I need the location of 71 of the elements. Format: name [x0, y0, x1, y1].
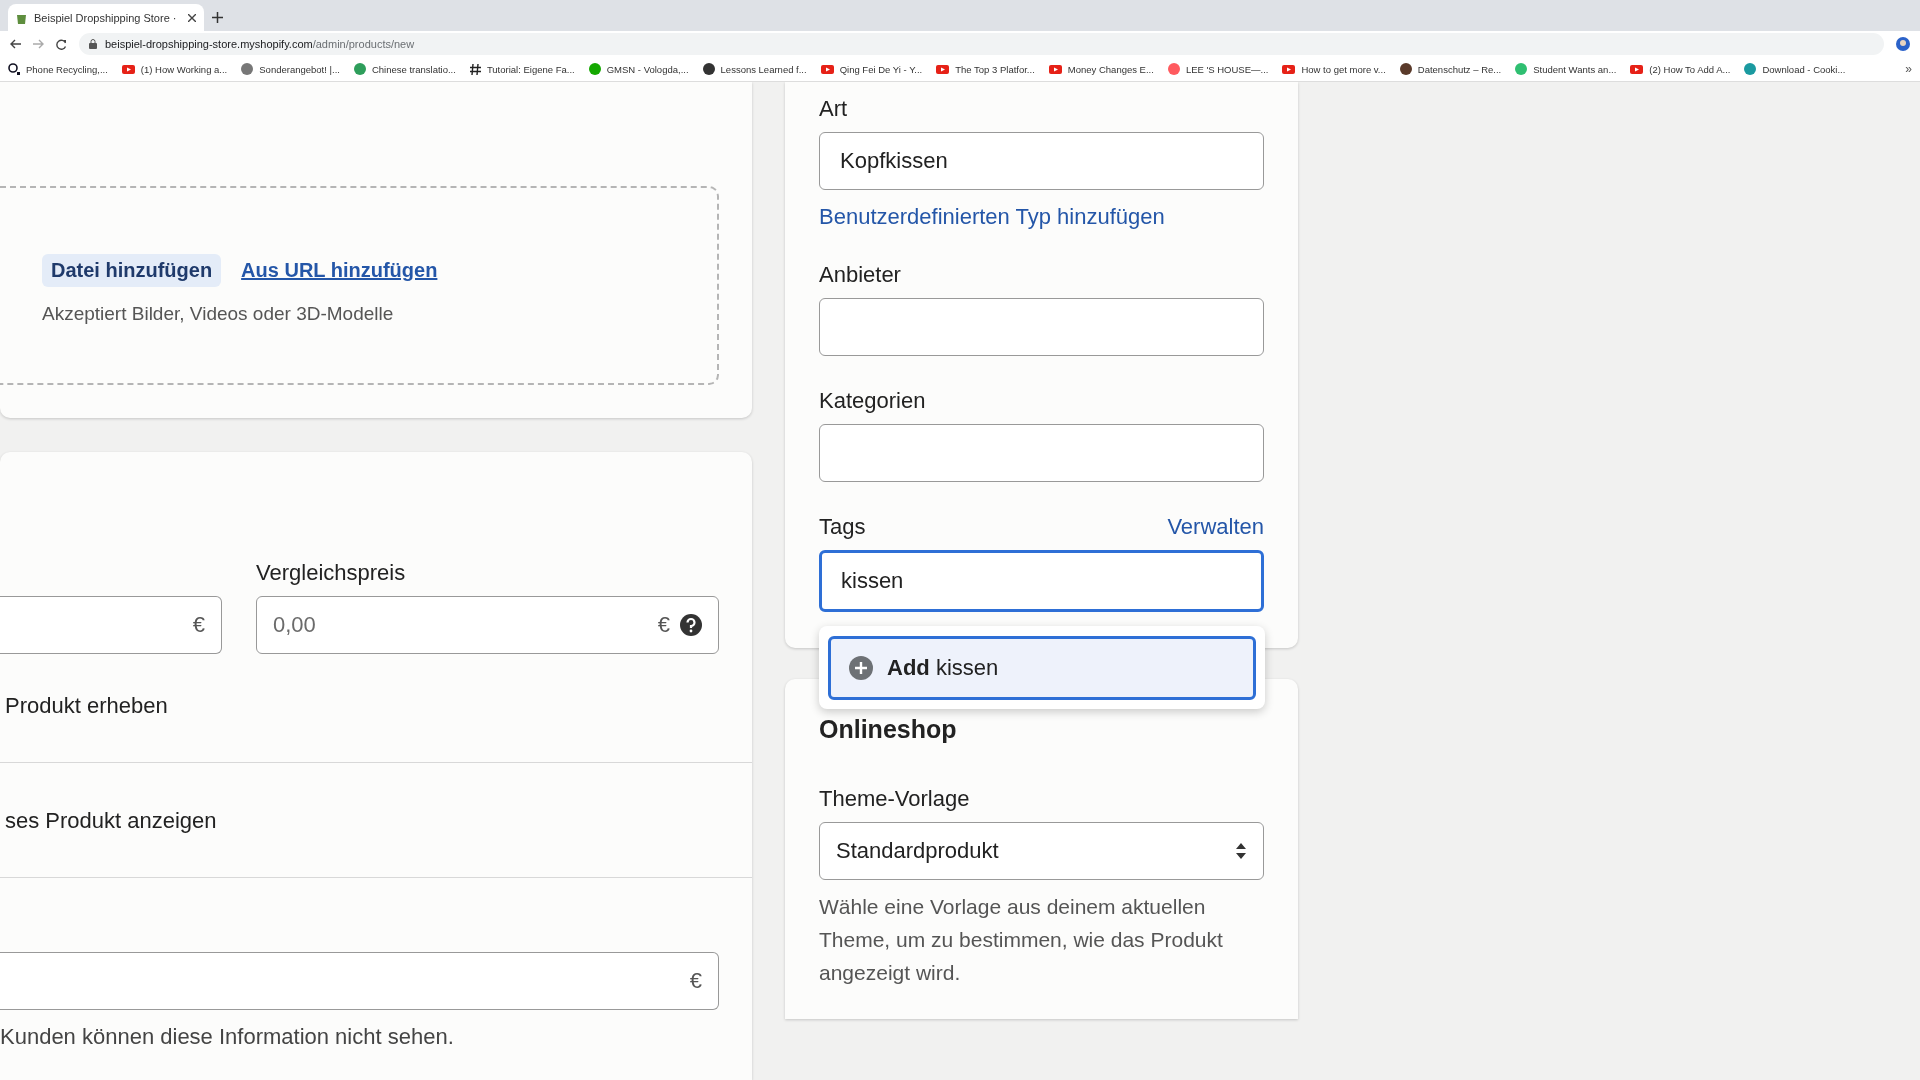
video-icon — [936, 64, 950, 74]
card-title: Onlineshop — [819, 715, 958, 744]
lock-icon — [89, 39, 97, 49]
template-select[interactable]: Standardprodukt — [819, 822, 1264, 880]
site-icon — [1399, 63, 1412, 75]
reload-icon[interactable] — [56, 38, 67, 50]
bookmark[interactable]: Chinese translatio... — [353, 63, 456, 75]
sort-caret-icon — [1235, 842, 1247, 860]
option-text: ses Produkt anzeigen — [4, 807, 218, 835]
bookmark[interactable]: (1) How Working a... — [121, 63, 228, 75]
bookmark[interactable]: Phone Recycling,... — [8, 63, 108, 75]
field-label: Tags — [819, 514, 866, 540]
plus-icon — [849, 656, 873, 680]
add-from-url-link[interactable]: Aus URL hinzufügen — [241, 259, 438, 282]
field-label: Vergleichspreis — [256, 560, 407, 586]
drop-zone[interactable]: Datei hinzufügen Aus URL hinzufügen Akzeptiert Bilder, Videos oder 3D-Modelle — [0, 186, 719, 385]
bookmark[interactable]: GMSN - Vologda,... — [588, 63, 689, 75]
close-icon[interactable] — [188, 13, 196, 22]
video-icon — [820, 64, 834, 74]
bookmark[interactable]: The Top 3 Platfor... — [936, 63, 1035, 75]
bookmark[interactable]: How to get more v... — [1282, 63, 1386, 75]
site-icon — [353, 63, 366, 75]
site-icon — [1515, 63, 1528, 75]
field-label: Anbieter — [819, 262, 901, 288]
more-bookmarks[interactable]: » — [1905, 62, 1912, 76]
site-icon — [588, 63, 601, 75]
bookmark[interactable]: (2) How To Add A... — [1630, 63, 1731, 75]
ring-icon — [8, 63, 20, 75]
add-file-button[interactable]: Datei hinzufügen — [42, 254, 222, 287]
video-icon — [121, 64, 135, 74]
cost-note: Kunden können diese Information nicht sehen. — [0, 1024, 455, 1050]
hash-icon — [469, 63, 481, 75]
url-text: beispiel-dropshipping-store.myshopify.com/admin/products/new — [105, 38, 415, 50]
bookmark[interactable]: Datenschutz – Re... — [1399, 63, 1502, 75]
browser-tab[interactable]: Beispiel Dropshipping Store · — [8, 4, 204, 31]
address-bar[interactable]: beispiel-dropshipping-store.myshopify.com/admin/products/new — [79, 33, 1884, 55]
bookmark[interactable]: Tutorial: Eigene Fa... — [469, 63, 575, 75]
bookmark[interactable]: Qing Fei De Yi - Y... — [820, 63, 923, 75]
text-field[interactable] — [819, 298, 1264, 356]
text-field[interactable] — [819, 424, 1264, 482]
site-icon — [1744, 63, 1757, 75]
video-icon — [1282, 64, 1296, 74]
profile-avatar-icon[interactable] — [1896, 37, 1910, 51]
video-icon — [1048, 64, 1062, 74]
help-icon[interactable] — [680, 614, 702, 636]
back-icon[interactable] — [10, 39, 21, 49]
manage-link[interactable]: Verwalten — [1167, 514, 1264, 540]
new-tab-icon[interactable] — [212, 12, 223, 23]
upload-hint: Akzeptiert Bilder, Videos oder 3D-Modelle — [42, 303, 395, 325]
text-field[interactable]: Kopfkissen — [819, 132, 1264, 190]
bookmark[interactable]: Download - Cooki... — [1744, 63, 1846, 75]
video-icon — [1630, 64, 1644, 74]
compare-price-field[interactable]: 0,00 € — [256, 596, 719, 654]
cost-field[interactable]: € — [0, 952, 719, 1010]
site-icon — [241, 63, 254, 75]
custom-type-link[interactable]: Benutzerdefinierten Typ hinzufügen — [819, 204, 1264, 230]
bookmark[interactable]: Sonderangebot! |... — [241, 63, 340, 75]
option-text: Produkt erheben — [4, 692, 169, 720]
field-label: Art — [819, 96, 848, 122]
bookmark[interactable]: Money Changes E... — [1048, 63, 1154, 75]
bookmark[interactable]: LEE 'S HOUSE—... — [1167, 63, 1269, 75]
site-icon — [1167, 63, 1180, 75]
bookmark[interactable]: Student Wants an... — [1515, 63, 1617, 75]
field-label: Theme-Vorlage — [819, 786, 971, 812]
price-field[interactable]: € — [0, 596, 222, 654]
site-icon — [702, 63, 715, 75]
help-text: Wähle eine Vorlage aus deinem aktuellen Theme, um zu bestimmen, wie das Produkt angezeigt wird. — [819, 894, 1224, 986]
text-field[interactable]: kissen — [819, 550, 1264, 612]
field-label: Kategorien — [819, 388, 926, 414]
bookmark[interactable]: Lessons Learned f... — [702, 63, 807, 75]
add-tag-option[interactable]: Add kissen — [828, 636, 1256, 700]
